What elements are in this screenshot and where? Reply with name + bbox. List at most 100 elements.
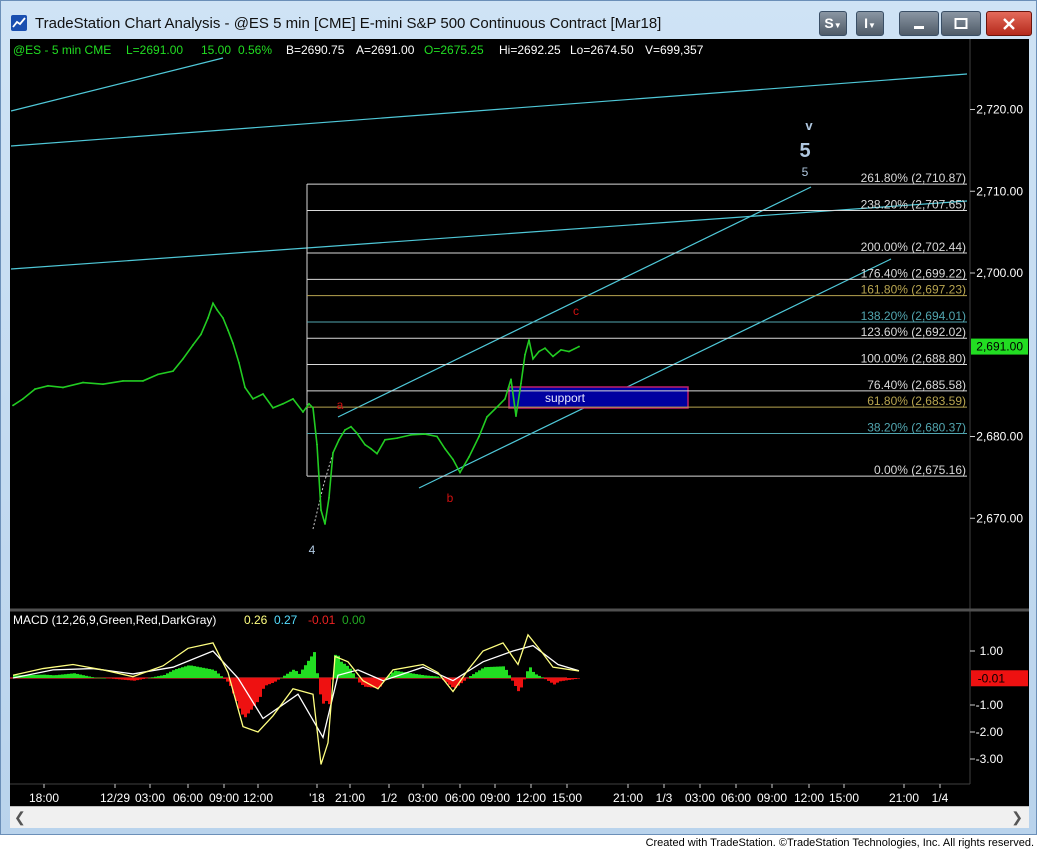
i-menu-button[interactable]: I▼ <box>856 11 884 36</box>
macd-histogram-bar <box>118 678 121 680</box>
macd-histogram-bar <box>418 674 421 678</box>
price-point <box>459 471 461 474</box>
macd-histogram-bar <box>541 677 544 678</box>
dropdown-arrow-icon: ▼ <box>833 21 842 30</box>
chart-area[interactable]: support 261.80% (2,710.87) 238.20% (2,707… <box>10 39 1029 806</box>
macd-title: MACD (12,26,9,Green,Red,DarkGray) <box>13 613 216 627</box>
macd-histogram-bar <box>463 678 466 681</box>
macd-histogram-bar <box>559 678 562 682</box>
window-title: TradeStation Chart Analysis - @ES 5 min … <box>35 15 662 32</box>
macd-histogram-bar <box>217 673 220 678</box>
s-menu-button[interactable]: S▼ <box>819 11 847 36</box>
macd-histogram-bar <box>313 652 316 678</box>
macd-histogram-bar <box>100 677 103 679</box>
price-point <box>468 456 470 458</box>
price-point <box>532 357 534 360</box>
macd-histogram-bar <box>130 678 133 681</box>
price-point <box>552 355 554 358</box>
macd-histogram-bar <box>58 674 61 678</box>
wave-5-major-label: 5 <box>799 140 810 162</box>
title-bar[interactable]: TradeStation Chart Analysis - @ES 5 min … <box>1 1 1036 41</box>
chart-svg[interactable]: support 261.80% (2,710.87) 238.20% (2,707… <box>10 39 1029 806</box>
macd-histogram-bar <box>160 675 163 678</box>
open-price: O=2675.25 <box>424 43 484 57</box>
price-point <box>364 443 366 446</box>
macd-histogram-bar <box>94 677 97 679</box>
macd-last-marker-label: -0.01 <box>978 671 1006 685</box>
macd-histogram-bar <box>121 678 124 680</box>
macd-histogram-bar <box>34 674 37 678</box>
price-point <box>316 443 318 446</box>
low-price: Lo=2674.50 <box>570 43 634 57</box>
scroll-right-icon[interactable]: ❯ <box>1011 809 1023 826</box>
fib-level-label: 161.80% (2,697.23) <box>861 283 966 297</box>
macd-histogram-bar <box>37 674 40 678</box>
price-point <box>528 339 530 341</box>
macd-histogram-bar <box>355 677 358 679</box>
time-tick-label: 09:00 <box>757 791 787 805</box>
channel-upper-line <box>337 186 812 418</box>
close-button[interactable] <box>986 11 1032 36</box>
net-change: 15.00 <box>201 43 231 57</box>
macd-histogram-bar <box>52 675 55 678</box>
price-point <box>410 433 412 436</box>
macd-histogram-bar <box>127 678 130 681</box>
price-point <box>520 382 522 385</box>
footer-credit: Created with TradeStation. ©TradeStation… <box>645 837 1034 849</box>
macd-histogram-bar <box>181 667 184 678</box>
price-point <box>320 509 322 511</box>
macd-histogram-bar <box>415 674 418 678</box>
maximize-button[interactable] <box>941 11 981 36</box>
macd-histogram-bar <box>475 672 478 678</box>
time-tick-label: 09:00 <box>209 791 239 805</box>
price-series <box>12 301 580 525</box>
macd-histogram-bar <box>133 678 136 681</box>
macd-histogram-bar <box>277 678 280 680</box>
macd-avg-value: 0.27 <box>274 613 298 627</box>
macd-histogram-bar <box>46 674 49 678</box>
fib-level-label: 38.20% (2,680.37) <box>867 420 966 434</box>
price-point <box>515 415 517 417</box>
time-tick-label: 12:00 <box>243 791 273 805</box>
price-point <box>328 496 330 499</box>
fib-level-label: 100.00% (2,688.80) <box>861 352 966 366</box>
price-point <box>524 353 526 356</box>
macd-histogram-bar <box>532 671 535 678</box>
macd-histogram-bar <box>262 678 265 689</box>
pct-change: 0.56% <box>238 43 272 57</box>
time-tick-label: 1/4 <box>932 791 949 805</box>
macd-histogram-bar <box>412 673 415 678</box>
scroll-left-icon[interactable]: ❮ <box>14 809 26 826</box>
macd-histogram-bar <box>151 677 154 678</box>
macd-tick-label: 1.00 <box>980 644 1004 658</box>
price-point <box>142 380 144 382</box>
macd-histogram-bar <box>298 673 301 678</box>
macd-histogram-bar <box>502 666 505 678</box>
macd-histogram-bar <box>220 676 223 678</box>
macd-histogram-bar <box>520 678 523 688</box>
last-price-marker-label: 2,691.00 <box>976 340 1023 354</box>
macd-histogram-bar <box>145 678 148 679</box>
maximize-icon <box>954 18 968 29</box>
horizontal-scrollbar[interactable]: ❮ ❯ <box>10 806 1029 828</box>
minimize-button[interactable] <box>899 11 939 36</box>
macd-histogram-bar <box>496 666 499 678</box>
macd-signal-line <box>12 644 580 740</box>
time-tick-label: 1/2 <box>381 791 398 805</box>
macd-histogram-bar <box>577 678 580 679</box>
time-tick-label: 03:00 <box>135 791 165 805</box>
macd-histogram-bar <box>553 678 556 685</box>
fib-level-label: 76.40% (2,685.58) <box>867 378 966 392</box>
macd-histogram-bar <box>409 673 412 678</box>
macd-histogram-bar <box>154 676 157 678</box>
macd-histogram-bar <box>55 675 58 678</box>
last-price: L=2691.00 <box>126 43 183 57</box>
price-point <box>424 433 426 435</box>
macd-histogram-bar <box>424 675 427 678</box>
price-tick-label: 2,710.00 <box>976 184 1023 198</box>
macd-histogram-bar <box>106 678 109 679</box>
macd-histogram-bar <box>274 678 277 682</box>
wave-a-label: a <box>337 398 344 412</box>
price-point <box>504 397 506 400</box>
macd-histogram-bar <box>421 674 424 678</box>
